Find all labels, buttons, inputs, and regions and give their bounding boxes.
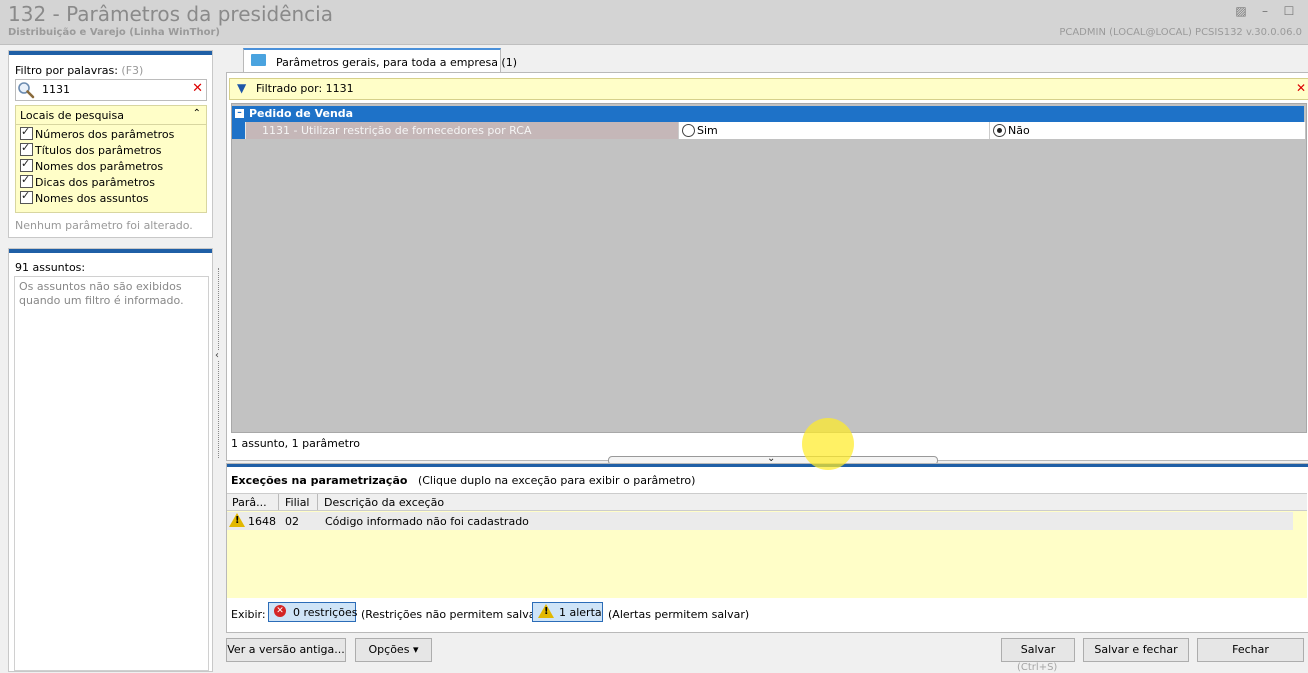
parameter-name: 1131 - Utilizar restrição de fornecedore… xyxy=(262,124,532,137)
filter-shortcut-hint: (F3) xyxy=(121,64,144,77)
parameter-row[interactable]: 1131 - Utilizar restrição de fornecedore… xyxy=(232,122,1305,139)
clear-search-icon[interactable]: ✕ xyxy=(192,81,203,96)
clear-filter-icon[interactable]: ✕ xyxy=(1296,81,1306,95)
panel-accent-bar xyxy=(9,51,212,55)
group-label: Pedido de Venda xyxy=(249,107,354,120)
parameter-name-cell: 1131 - Utilizar restrição de fornecedore… xyxy=(246,122,678,139)
column-header-description[interactable]: Descrição da exceção xyxy=(324,496,444,509)
filter-status-bar: ▼ Filtrado por: 1131 ✕ xyxy=(229,78,1308,100)
save-and-close-button[interactable]: Salvar e fechar xyxy=(1083,638,1189,662)
checkbox-icon[interactable] xyxy=(20,125,33,140)
user-info: PCADMIN (LOCAL@LOCAL) PCSIS132 v.30.0.06… xyxy=(1059,27,1302,38)
cell-filial: 02 xyxy=(285,515,299,528)
option-yes[interactable]: Sim xyxy=(678,122,989,139)
search-icon xyxy=(18,82,35,99)
checkbox-icon[interactable] xyxy=(20,157,33,172)
column-divider xyxy=(317,494,318,510)
folder-icon xyxy=(251,54,266,66)
alerts-label: 1 alerta xyxy=(559,606,602,619)
subjects-count: 91 assuntos: xyxy=(15,261,86,274)
options-button[interactable]: Opções ▾ xyxy=(355,638,432,662)
splitter-grip xyxy=(218,268,220,458)
collapse-icon[interactable]: ⌃ xyxy=(193,108,201,119)
collapse-left-icon[interactable]: ‹ xyxy=(215,350,219,361)
cell-param: 1648 xyxy=(248,515,276,528)
column-header-param[interactable]: Parâ... xyxy=(232,496,267,509)
exceptions-hint: (Clique duplo na exceção para exibir o p… xyxy=(417,474,696,487)
cell-description: Código informado não foi cadastrado xyxy=(325,515,529,528)
parameters-grid: – Pedido de Venda 1131 - Utilizar restri… xyxy=(231,103,1307,433)
filtered-by-label: Filtrado por: 1131 xyxy=(256,82,354,95)
window-subtitle: Distribuição e Varejo (Linha WinThor) xyxy=(8,27,220,38)
tab-general-parameters[interactable]: Parâmetros gerais, para toda a empresa (… xyxy=(243,48,517,74)
subjects-list[interactable]: Os assuntos não são exibidos quando um f… xyxy=(14,276,209,671)
collapse-group-icon[interactable]: – xyxy=(235,109,244,118)
show-label: Exibir: xyxy=(231,608,266,621)
left-panel: Filtro por palavras: (F3) ✕ Locais de pe… xyxy=(0,45,216,672)
column-divider xyxy=(278,494,279,510)
radio-no-label: Não xyxy=(1008,124,1030,137)
search-field[interactable]: ✕ xyxy=(15,79,207,101)
column-header-filial[interactable]: Filial xyxy=(285,496,310,509)
subjects-panel: 91 assuntos: Os assuntos não são exibido… xyxy=(8,248,213,672)
close-button[interactable]: Fechar xyxy=(1197,638,1304,662)
exceptions-panel: Exceções na parametrização (Clique duplo… xyxy=(226,463,1308,633)
radio-yes-label: Sim xyxy=(697,124,718,137)
panel-accent-bar xyxy=(9,249,212,253)
restrictions-note: (Restrições não permitem salvar) xyxy=(361,608,545,621)
checkbox-parameter-tips[interactable]: Dicas dos parâmetros xyxy=(20,173,155,189)
subjects-hidden-message: Os assuntos não são exibidos quando um f… xyxy=(19,280,184,307)
minimize-icon[interactable]: – xyxy=(1257,4,1273,18)
restrictions-label: 0 restrições xyxy=(293,606,358,619)
filter-label: Filtro por palavras: (F3) xyxy=(15,64,144,77)
old-version-button[interactable]: Ver a versão antiga... xyxy=(226,638,346,662)
cursor-highlight xyxy=(802,418,854,470)
vertical-splitter[interactable]: ‹ xyxy=(215,268,224,458)
search-locations-box: Locais de pesquisa ⌃ Números dos parâmet… xyxy=(15,105,207,213)
title-bar: 132 - Parâmetros da presidência Distribu… xyxy=(0,0,1308,45)
checkbox-icon[interactable] xyxy=(20,173,33,188)
maximize-icon[interactable]: ☐ xyxy=(1281,4,1297,18)
tab-label: Parâmetros gerais, para toda a empresa (… xyxy=(276,56,518,69)
exceptions-title: Exceções na parametrização (Clique duplo… xyxy=(231,474,696,487)
save-button[interactable]: Salvar xyxy=(1001,638,1075,662)
window-title: 132 - Parâmetros da presidência xyxy=(8,2,333,26)
dropdown-arrow-icon: ▾ xyxy=(412,643,419,656)
row-indent xyxy=(232,122,245,139)
error-icon: ✕ xyxy=(274,605,286,617)
alerts-note: (Alertas permitem salvar) xyxy=(608,608,750,621)
warning-mark: ! xyxy=(544,606,549,617)
checkbox-parameter-names[interactable]: Nomes dos parâmetros xyxy=(20,157,163,173)
filter-panel: Filtro por palavras: (F3) ✕ Locais de pe… xyxy=(8,50,213,238)
restore-icon[interactable]: ▨ xyxy=(1233,4,1249,18)
funnel-icon: ▼ xyxy=(237,81,247,95)
restrictions-toggle-button[interactable]: ✕ 0 restrições xyxy=(268,602,358,622)
checkbox-icon[interactable] xyxy=(20,141,33,156)
alerts-toggle-button[interactable]: ! 1 alerta xyxy=(532,602,603,622)
checkbox-parameter-titles[interactable]: Títulos dos parâmetros xyxy=(20,141,162,157)
panel-accent-bar xyxy=(227,464,1308,467)
checkbox-parameter-numbers[interactable]: Números dos parâmetros xyxy=(20,125,174,141)
search-locations-title: Locais de pesquisa xyxy=(20,109,124,122)
exceptions-toolbar: Exibir: ✕ 0 restrições (Restrições não p… xyxy=(227,599,1307,629)
group-header[interactable]: – Pedido de Venda xyxy=(232,106,1304,122)
radio-yes[interactable] xyxy=(682,124,695,137)
result-count: 1 assunto, 1 parâmetro xyxy=(231,437,360,450)
radio-no[interactable] xyxy=(993,124,1006,137)
warning-mark: ! xyxy=(235,515,240,526)
exceptions-grid: Parâ... Filial Descrição da exceção ! 16… xyxy=(227,493,1307,598)
save-shortcut-hint: (Ctrl+S) xyxy=(1017,662,1058,673)
search-input[interactable] xyxy=(42,82,182,97)
table-row[interactable]: ! 1648 02 Código informado não foi cadas… xyxy=(227,512,1293,530)
exceptions-header: Parâ... Filial Descrição da exceção xyxy=(227,494,1307,511)
checkbox-icon[interactable] xyxy=(20,189,33,204)
divider xyxy=(16,124,206,125)
no-change-message: Nenhum parâmetro foi alterado. xyxy=(15,219,193,232)
checkbox-subject-names[interactable]: Nomes dos assuntos xyxy=(20,189,149,205)
parameters-area: ▼ Filtrado por: 1131 ✕ – Pedido de Venda… xyxy=(226,72,1308,461)
option-no[interactable]: Não xyxy=(989,122,1305,139)
